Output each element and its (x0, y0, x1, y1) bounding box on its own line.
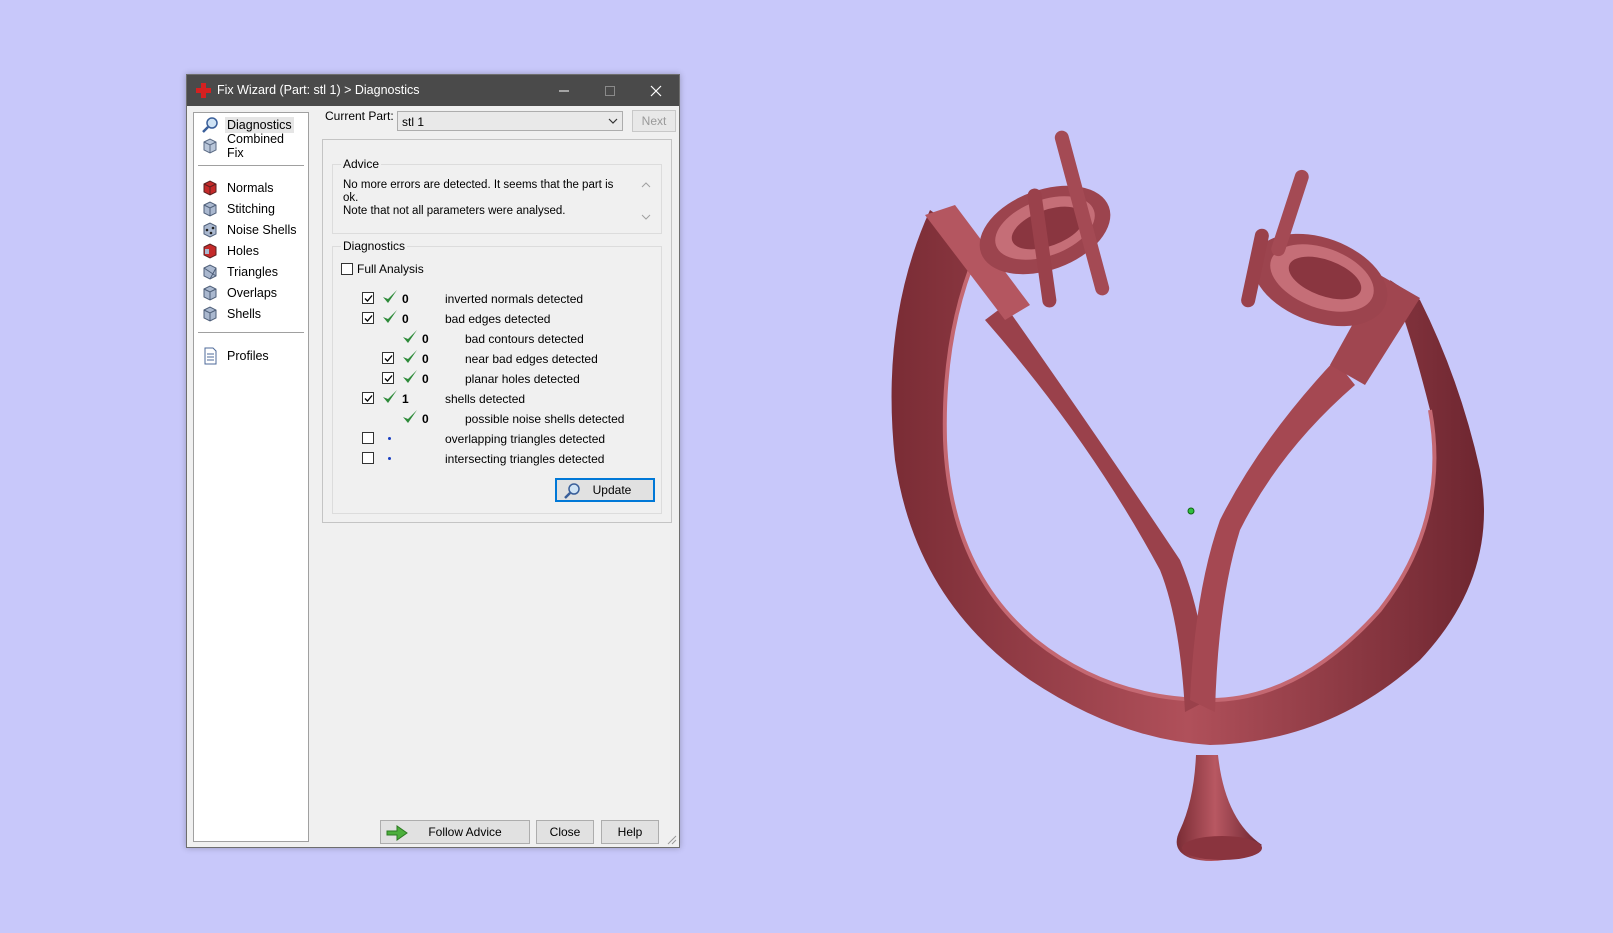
nav-separator (198, 332, 304, 333)
planar-holes-checkbox[interactable] (382, 372, 394, 384)
resize-grip-icon[interactable] (667, 835, 677, 845)
nav-item-holes[interactable]: Holes (195, 241, 305, 261)
right-arm (1190, 360, 1355, 712)
shells-label: shells detected (445, 392, 526, 406)
full-analysis-label: Full Analysis (357, 262, 424, 276)
green-check-icon (403, 330, 417, 343)
maximize-button[interactable] (587, 75, 633, 106)
left-setting (979, 130, 1111, 308)
noise-shells-count: 0 (422, 412, 429, 426)
update-label: Update (592, 483, 632, 497)
noise-shells-cube-icon (201, 221, 219, 239)
current-part-value: stl 1 (402, 115, 425, 129)
ring-band (891, 210, 1484, 745)
close-window-button[interactable] (633, 75, 679, 106)
diagnostics-group: Diagnostics Full Analysis 0 inverted nor… (332, 239, 662, 514)
bad-edges-checkbox[interactable] (362, 312, 374, 324)
bad-edges-label: bad edges detected (445, 312, 551, 326)
green-check-icon (383, 310, 397, 323)
intersecting-triangles-label: intersecting triangles detected (445, 452, 605, 466)
nav-item-noise-shells[interactable]: Noise Shells (195, 220, 305, 240)
window-title: Fix Wizard (Part: stl 1) > Diagnostics (217, 83, 420, 97)
overlapping-triangles-checkbox[interactable] (362, 432, 374, 444)
follow-advice-label: Follow Advice (428, 825, 502, 839)
full-analysis-checkbox[interactable] (341, 263, 353, 275)
inverted-normals-count: 0 (402, 292, 409, 306)
nav-item-shells[interactable]: Shells (195, 304, 305, 324)
shells-checkbox[interactable] (362, 392, 374, 404)
current-part-label: Current Part: (325, 109, 394, 123)
nav-item-combined-fix[interactable]: Combined Fix (195, 132, 305, 160)
right-setting (1241, 169, 1388, 327)
follow-advice-button[interactable]: Follow Advice (380, 820, 530, 844)
fix-wizard-dialog: Fix Wizard (Part: stl 1) > Diagnostics D… (186, 74, 680, 848)
nav-item-profiles[interactable]: Profiles (195, 346, 305, 366)
minimize-button[interactable] (541, 75, 587, 106)
minimize-icon (559, 90, 569, 91)
pivot-marker (1187, 507, 1195, 515)
current-part-select[interactable]: stl 1 (397, 111, 623, 131)
green-check-icon (383, 290, 397, 303)
bad-contours-count: 0 (422, 332, 429, 346)
update-button[interactable]: Update (555, 478, 655, 502)
near-bad-edges-checkbox[interactable] (382, 352, 394, 364)
normals-cube-icon (201, 179, 219, 197)
intersecting-triangles-checkbox[interactable] (362, 452, 374, 464)
combined-fix-icon (201, 137, 219, 155)
nav-item-stitching[interactable]: Stitching (195, 199, 305, 219)
next-button[interactable]: Next (632, 110, 676, 132)
nav-item-triangles[interactable]: Triangles (195, 262, 305, 282)
content-frame: Advice No more errors are detected. It s… (322, 139, 672, 523)
holes-cube-icon (201, 242, 219, 260)
green-check-icon (383, 390, 397, 403)
overlapping-triangles-label: overlapping triangles detected (445, 432, 606, 446)
app-icon (196, 83, 211, 98)
bad-edges-count: 0 (402, 312, 409, 326)
pending-status-icon (388, 457, 391, 460)
planar-holes-label: planar holes detected (465, 372, 580, 386)
sprue-stem (1176, 755, 1262, 862)
maximize-icon (605, 85, 615, 96)
near-bad-edges-count: 0 (422, 352, 429, 366)
nav-item-normals[interactable]: Normals (195, 178, 305, 198)
title-bar[interactable]: Fix Wizard (Part: stl 1) > Diagnostics (187, 75, 679, 106)
advice-title: Advice (341, 157, 382, 171)
nav-item-overlaps[interactable]: Overlaps (195, 283, 305, 303)
planar-holes-count: 0 (422, 372, 429, 386)
nav-separator (198, 165, 304, 166)
overlaps-cube-icon (201, 284, 219, 302)
green-arrow-icon (386, 825, 408, 841)
advice-scrollbar[interactable] (639, 179, 653, 223)
chevron-down-icon (608, 118, 618, 124)
advice-text: No more errors are detected. It seems th… (343, 179, 614, 217)
inverted-normals-label: inverted normals detected (445, 292, 584, 306)
near-bad-edges-label: near bad edges detected (465, 352, 598, 366)
noise-shells-label: possible noise shells detected (465, 412, 625, 426)
profiles-document-icon (201, 347, 219, 365)
advice-group: Advice No more errors are detected. It s… (332, 157, 662, 234)
close-icon (650, 85, 662, 96)
left-arm (985, 305, 1208, 712)
green-check-icon (403, 370, 417, 383)
shells-cube-icon (201, 305, 219, 323)
green-check-icon (403, 350, 417, 363)
triangles-cube-icon (201, 263, 219, 281)
wizard-nav-panel: Diagnostics Combined Fix Normals Stitchi… (193, 112, 309, 842)
bad-contours-label: bad contours detected (465, 332, 584, 346)
help-button[interactable]: Help (601, 820, 659, 844)
inverted-normals-checkbox[interactable] (362, 292, 374, 304)
magnifier-icon (564, 483, 580, 499)
shells-count: 1 (402, 392, 409, 406)
close-button[interactable]: Close (536, 820, 594, 844)
magnifier-icon (201, 116, 219, 134)
pending-status-icon (388, 437, 391, 440)
diagnostics-title: Diagnostics (341, 239, 408, 253)
stitching-cube-icon (201, 200, 219, 218)
green-check-icon (403, 410, 417, 423)
ring-model[interactable] (891, 129, 1484, 862)
